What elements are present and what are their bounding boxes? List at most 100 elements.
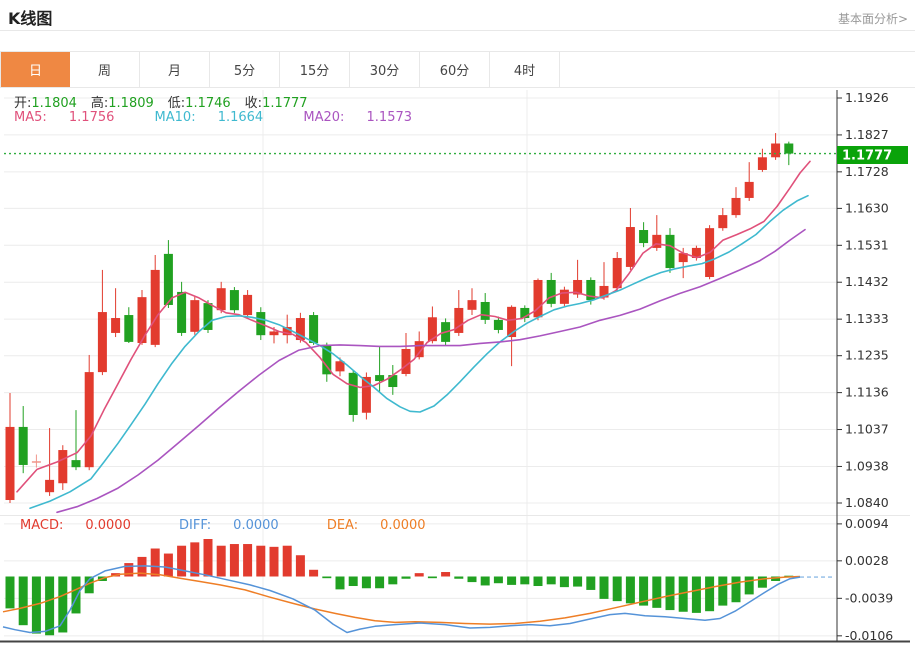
macd-bar — [533, 576, 543, 587]
macd-bar — [625, 576, 635, 604]
macd-bar — [348, 576, 358, 587]
candle — [625, 227, 635, 267]
dea-readout: DEA: 0.0000 — [326, 518, 426, 533]
macd-bar — [573, 576, 583, 587]
macd-bar — [243, 544, 253, 577]
candle — [401, 348, 411, 374]
macd-bar — [5, 576, 15, 609]
macd-bar — [599, 576, 609, 599]
candle — [5, 426, 15, 501]
macd-bar — [375, 576, 385, 589]
macd-bar — [282, 545, 292, 577]
macd-bar — [309, 569, 319, 577]
y-axis-label: 0.0094 — [845, 516, 889, 531]
macd-bar — [414, 573, 424, 577]
macd-bar — [454, 576, 464, 579]
candle — [216, 288, 226, 311]
candle — [467, 300, 477, 310]
candle — [229, 290, 239, 311]
candle — [45, 479, 55, 493]
candle — [757, 157, 767, 170]
y-axis-label: 1.1235 — [845, 348, 889, 363]
open-value: 1.1804 — [31, 96, 77, 111]
macd-bar — [665, 576, 675, 611]
candle — [18, 426, 28, 465]
macd-bar — [480, 576, 490, 586]
macd-bar — [559, 576, 569, 588]
macd-bar — [190, 542, 200, 577]
macd-bar — [295, 555, 305, 577]
candle — [744, 181, 754, 198]
low-label: 低: — [167, 96, 186, 111]
candle — [71, 460, 81, 468]
candle — [243, 294, 253, 316]
macd-bar — [177, 545, 187, 577]
high-value: 1.1809 — [108, 96, 154, 111]
y-axis-label: 0.0028 — [845, 553, 889, 568]
ohlc-legend: 开:1.1804 高:1.1809 低:1.1746 收:1.1777 — [14, 92, 322, 111]
candle — [480, 301, 490, 320]
y-axis-label: 1.1630 — [845, 200, 889, 215]
high-label: 高: — [90, 96, 109, 111]
ma-legend: MA5: 1.1756 MA10: 1.1664 MA20: 1.1573 — [14, 110, 448, 125]
open-label: 开: — [14, 96, 32, 111]
y-axis-label: -0.0106 — [845, 628, 893, 643]
y-axis-label: 1.1728 — [845, 164, 889, 179]
macd-bar — [269, 546, 279, 577]
diff-readout: DIFF: 0.0000 — [179, 518, 279, 533]
candle — [559, 289, 569, 304]
macd-bar — [361, 576, 371, 589]
y-axis-label: 1.1926 — [845, 90, 889, 105]
macd-bar — [520, 576, 530, 585]
candle — [348, 372, 358, 415]
macd-bar — [731, 576, 741, 603]
macd-bar — [335, 576, 345, 590]
low-value: 1.1746 — [185, 96, 231, 111]
macd-bar — [586, 576, 596, 590]
macd-bar — [322, 576, 332, 579]
candle — [150, 269, 160, 345]
macd-bar — [705, 576, 715, 612]
candle — [731, 197, 741, 216]
candle — [309, 315, 319, 344]
candle — [177, 291, 187, 333]
macd-bar — [58, 576, 68, 633]
macd-bar — [229, 544, 239, 577]
macd-bar — [652, 576, 662, 608]
ma5-readout: MA5: 1.1756 — [14, 110, 115, 125]
candle — [784, 143, 794, 154]
macd-bar — [71, 576, 81, 614]
candle — [375, 375, 385, 382]
y-axis-label: 1.1432 — [845, 274, 889, 289]
macd-bar — [203, 539, 213, 577]
macd-bar — [467, 576, 477, 583]
macd-bar — [718, 576, 728, 606]
ma10-readout: MA10: 1.1664 — [154, 110, 264, 125]
candle — [124, 315, 134, 342]
macd-bar — [546, 576, 556, 585]
candle — [190, 300, 200, 332]
macd-bar — [150, 548, 160, 577]
macd-readout: MACD: 0.0000 — [20, 518, 131, 533]
candle — [546, 279, 556, 304]
y-axis-label: -0.0039 — [845, 590, 893, 605]
y-axis-label: 1.0938 — [845, 458, 889, 473]
candle — [718, 215, 728, 229]
candle — [665, 234, 675, 269]
macd-bar — [18, 576, 28, 626]
macd-bar — [216, 545, 226, 577]
candle — [771, 143, 781, 158]
y-axis-label: 1.1333 — [845, 311, 889, 326]
candle — [84, 372, 94, 468]
macd-bar — [401, 576, 411, 579]
close-value: 1.1777 — [262, 96, 308, 111]
candle — [111, 318, 121, 333]
macd-bar — [507, 576, 517, 585]
macd-bar — [45, 576, 55, 636]
macd-bar — [388, 576, 398, 585]
candle — [58, 450, 68, 484]
macd-legend: MACD: 0.0000 DIFF: 0.0000 DEA: 0.0000 — [20, 518, 470, 533]
ma20-readout: MA20: 1.1573 — [303, 110, 413, 125]
candle — [639, 230, 649, 244]
y-axis-label: 1.1531 — [845, 237, 889, 252]
